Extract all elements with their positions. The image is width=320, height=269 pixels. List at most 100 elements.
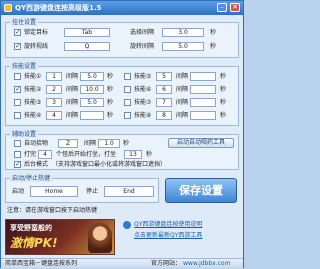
skill-5-interval-field[interactable] — [190, 72, 216, 81]
spin-target-label: 旋转视线 — [24, 43, 49, 50]
title-bar[interactable]: QY西游键盘连按高级版1.5 – ✕ — [1, 1, 243, 15]
window-title: QY西游键盘连按高级版1.5 — [15, 4, 102, 12]
usage-guide-link[interactable]: QY西游键盘连按使用说明 — [134, 220, 202, 230]
skill-7-interval-label: 间隔 — [176, 99, 189, 106]
spin-interval-field[interactable]: 5.0 — [162, 42, 204, 51]
spin-interval-label: 旋转间隔 — [130, 43, 155, 50]
skill-8-key-field[interactable]: 8 — [156, 111, 172, 120]
auto-pick-interval-label: 间隔 — [84, 140, 97, 147]
app-window: QY西游键盘连按高级版1.5 – ✕ 挂住设置 锁定目标 Tab 选择间隔 3.… — [0, 0, 244, 268]
auto-potion-tool-button[interactable]: 启动自动喝药工具 — [168, 138, 234, 148]
meditate-time-unit: 秒 — [146, 151, 153, 158]
skill-7-checkbox[interactable] — [124, 99, 131, 106]
skill-7-label: 技能⑦ — [134, 99, 152, 106]
skill-4-key-field[interactable]: 4 — [46, 111, 62, 120]
select-interval-field[interactable]: 3.0 — [162, 28, 204, 37]
skill-3-label: 技能③ — [24, 99, 42, 106]
app-icon — [4, 4, 12, 12]
skill-5-label: 技能⑤ — [134, 73, 152, 80]
update-link[interactable]: 点击更新最新QY西游工具 — [134, 231, 202, 241]
skill-6-interval-label: 间隔 — [176, 86, 189, 93]
beat-label: 打完 — [24, 151, 37, 158]
minimize-button[interactable]: – — [217, 3, 227, 12]
start-hotkey-field[interactable]: Home — [30, 186, 78, 197]
group-title-assist: 辅助设置 — [10, 131, 39, 138]
auto-pick-interval-field[interactable]: 1.0 — [98, 139, 120, 148]
group-title-hang: 挂住设置 — [10, 19, 39, 26]
group-title-skills: 技能设置 — [10, 63, 39, 70]
beat-description: 个怪后开始打坐，打坐 — [56, 151, 117, 158]
skill-3-interval-field[interactable]: 5.0 — [80, 98, 104, 107]
skill-3-key-field[interactable]: 3 — [46, 98, 62, 107]
skill-2-label: 技能② — [24, 86, 42, 93]
skill-7-unit: 秒 — [220, 99, 227, 106]
skill-7-key-field[interactable]: 7 — [156, 98, 172, 107]
skill-8-interval-label: 间隔 — [176, 112, 189, 119]
skill-settings-group: 技能设置 技能① 1 间隔 5.0 秒 技能⑤ 5 间隔 秒 技能② 2 间隔 … — [5, 63, 239, 126]
skill-7-interval-field[interactable] — [190, 98, 216, 107]
skill-4-unit: 秒 — [107, 112, 114, 119]
start-hotkey-label: 启动 — [12, 188, 25, 195]
skill-8-interval-field[interactable] — [190, 111, 216, 120]
stop-hotkey-field[interactable]: End — [104, 186, 154, 197]
lock-target-checkbox[interactable] — [14, 28, 21, 36]
skill-2-interval-label: 间隔 — [66, 86, 79, 93]
skill-6-unit: 秒 — [220, 86, 227, 93]
skill-5-interval-label: 间隔 — [176, 73, 189, 80]
group-title-hotkeys: 启动/停止热键 — [10, 175, 53, 182]
skill-6-key-field[interactable]: 6 — [156, 85, 172, 94]
background-mode-label: 后台模式 — [24, 161, 49, 168]
spin-target-key-field[interactable]: Q — [64, 42, 110, 51]
skill-6-checkbox[interactable] — [124, 86, 131, 93]
select-interval-unit: 秒 — [210, 29, 217, 36]
skill-6-label: 技能⑥ — [134, 86, 152, 93]
skill-4-interval-label: 间隔 — [66, 112, 79, 119]
hang-settings-group: 挂住设置 锁定目标 Tab 选择间隔 3.0 秒 旋转视线 Q 旋转间隔 5.0… — [5, 19, 239, 58]
skill-2-unit: 秒 — [107, 86, 114, 93]
save-settings-button[interactable]: 保存设置 — [165, 178, 237, 203]
skill-1-interval-field[interactable]: 5.0 — [80, 72, 104, 81]
skill-8-checkbox[interactable] — [124, 112, 131, 119]
skill-1-unit: 秒 — [107, 73, 114, 80]
spin-interval-unit: 秒 — [210, 43, 217, 50]
skill-4-label: 技能④ — [24, 112, 42, 119]
hotkey-group: 启动/停止热键 启动 Home 停止 End — [5, 175, 159, 203]
skill-5-unit: 秒 — [220, 73, 227, 80]
help-links: QY西游键盘连按使用说明 点击更新最新QY西游工具 — [121, 219, 239, 255]
skill-1-interval-label: 间隔 — [66, 73, 79, 80]
banner-character-image — [88, 223, 112, 253]
skill-3-checkbox[interactable] — [14, 99, 21, 106]
skill-1-checkbox[interactable] — [14, 73, 21, 80]
background-mode-checkbox[interactable] — [14, 160, 21, 168]
skill-5-key-field[interactable]: 5 — [156, 72, 172, 81]
skill-6-interval-field[interactable] — [190, 85, 216, 94]
skill-3-unit: 秒 — [107, 99, 114, 106]
auto-pick-label: 自动拾物 — [24, 140, 49, 147]
beat-count-field[interactable]: 4 — [38, 150, 52, 159]
banner-headline: 激情PK! — [10, 236, 58, 250]
banner-tagline: 享受野蛮般的 — [10, 224, 52, 232]
skill-1-key-field[interactable]: 1 — [46, 72, 62, 81]
notice-text: 注意：请在游戏窗口按下启动热键 — [7, 207, 98, 214]
skill-3-interval-label: 间隔 — [66, 99, 79, 106]
beat-checkbox[interactable] — [14, 151, 21, 158]
skill-1-label: 技能① — [24, 73, 42, 80]
skill-4-interval-field[interactable] — [80, 111, 104, 120]
info-icon — [123, 221, 131, 229]
lock-target-key-field[interactable]: Tab — [64, 28, 110, 37]
meditate-time-field[interactable]: 13 — [124, 150, 142, 159]
skill-8-unit: 秒 — [220, 112, 227, 119]
assist-settings-group: 辅助设置 自动拾物 Z 间隔 1.0 秒 启动自动喝药工具 打完 4 个怪后开始… — [5, 131, 239, 170]
skill-5-checkbox[interactable] — [124, 73, 131, 80]
skill-2-checkbox[interactable] — [14, 85, 21, 93]
spin-target-checkbox[interactable] — [14, 42, 21, 50]
skill-8-label: 技能⑧ — [134, 112, 152, 119]
stop-hotkey-label: 停止 — [86, 188, 99, 195]
close-button[interactable]: ✕ — [230, 3, 240, 12]
skill-4-checkbox[interactable] — [14, 112, 21, 119]
auto-pick-key-field[interactable]: Z — [58, 139, 78, 148]
ad-banner[interactable]: 享受野蛮般的 激情PK! — [5, 219, 115, 255]
skill-2-key-field[interactable]: 2 — [46, 85, 62, 94]
skill-2-interval-field[interactable]: 10.0 — [80, 85, 104, 94]
auto-pick-checkbox[interactable] — [14, 140, 21, 147]
